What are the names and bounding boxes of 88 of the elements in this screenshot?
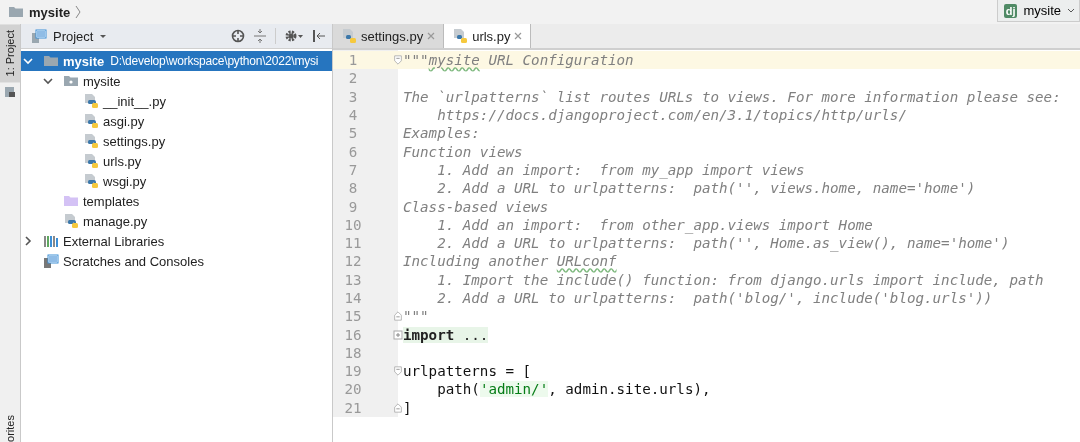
line-number: 1 bbox=[347, 52, 359, 69]
folder-icon bbox=[43, 53, 59, 69]
python-file-icon bbox=[452, 28, 469, 44]
code-line: import ... bbox=[403, 325, 489, 344]
line-number: 19 bbox=[343, 363, 363, 380]
tree-item[interactable]: urls.py bbox=[21, 151, 332, 171]
python-file-icon bbox=[63, 213, 79, 229]
tree-item[interactable]: wsgi.py bbox=[21, 171, 332, 191]
tree-item[interactable]: Scratches and Consoles bbox=[21, 251, 332, 271]
breadcrumb-item[interactable]: mysite bbox=[29, 4, 71, 20]
project-path: D:\develop\workspace\python\2022\mysi bbox=[110, 54, 319, 68]
project-tool-tab[interactable]: 1: Project bbox=[0, 24, 20, 83]
fold-marker-icon[interactable] bbox=[393, 311, 403, 322]
tree-item[interactable]: mysite bbox=[21, 71, 332, 91]
caret-icon bbox=[99, 32, 108, 40]
line-number: 18 bbox=[343, 344, 363, 361]
project-view-dropdown[interactable]: Project bbox=[31, 28, 108, 44]
line-number: 20 bbox=[343, 381, 363, 398]
code-line: The `urlpatterns` list routes URLs to views. For more information please see: bbox=[403, 87, 1061, 106]
hide-panel-icon[interactable] bbox=[312, 29, 326, 43]
code-line: 1. Add an import: from my_app import views bbox=[436, 160, 805, 179]
editor-tab[interactable]: settings.py bbox=[333, 24, 445, 48]
close-icon[interactable] bbox=[514, 32, 523, 40]
collapse-all-icon[interactable] bbox=[253, 29, 267, 43]
code-line: https://docs.djangoproject.com/en/3.1/topics/http/urls/ bbox=[436, 106, 907, 125]
line-number: 15 bbox=[343, 308, 363, 325]
fold-marker-icon[interactable] bbox=[393, 402, 403, 413]
fold-marker-icon[interactable] bbox=[393, 55, 403, 66]
code-line: """mysite URL Configuration bbox=[403, 51, 634, 70]
package-folder-icon bbox=[63, 73, 79, 89]
code-line: 1. Add an import: from other_app.views import Home bbox=[436, 215, 873, 234]
fold-marker-icon[interactable] bbox=[393, 366, 403, 377]
code-line: Class-based views bbox=[403, 197, 549, 216]
code-line: path('admin/', admin.site.urls), bbox=[436, 380, 711, 399]
code-line: """ bbox=[403, 307, 429, 326]
line-number: 21 bbox=[343, 399, 363, 416]
line-number: 4 bbox=[347, 107, 359, 124]
structure-icon bbox=[4, 86, 16, 99]
project-view-icon bbox=[31, 28, 47, 44]
code-line: 2. Add a URL to urlpatterns: path('', Home.as_view(), name='home') bbox=[436, 234, 1010, 253]
locate-icon[interactable] bbox=[231, 29, 245, 43]
tree-item[interactable]: __init__.py bbox=[21, 91, 332, 111]
line-number: 12 bbox=[343, 253, 363, 270]
python-file-icon bbox=[83, 113, 99, 129]
python-file-icon bbox=[83, 133, 99, 149]
tree-item[interactable]: mysite D:\develop\workspace\python\2022\mysi bbox=[21, 51, 332, 71]
folder-icon bbox=[8, 4, 24, 20]
line-number: 5 bbox=[347, 125, 359, 142]
code-line: Examples: bbox=[403, 124, 480, 143]
tree-item[interactable]: templates bbox=[21, 191, 332, 211]
line-number: 11 bbox=[343, 235, 363, 252]
code-line: urlpatterns = [ bbox=[403, 362, 532, 381]
line-number: 16 bbox=[343, 326, 363, 343]
library-icon bbox=[43, 233, 59, 249]
scratches-icon bbox=[43, 253, 59, 269]
close-icon[interactable] bbox=[427, 32, 436, 40]
tree-item[interactable]: manage.py bbox=[21, 211, 332, 231]
chevron-icon[interactable] bbox=[23, 236, 33, 246]
code-line: Including another URLconf bbox=[403, 252, 617, 271]
expand-fold-icon[interactable] bbox=[393, 329, 403, 340]
code-line: ] bbox=[403, 398, 412, 417]
python-file-icon bbox=[83, 173, 99, 189]
tree-item[interactable]: settings.py bbox=[21, 131, 332, 151]
settings-icon[interactable] bbox=[284, 29, 304, 43]
line-number: 6 bbox=[347, 143, 359, 160]
line-number: 8 bbox=[347, 180, 359, 197]
chevron-right-icon bbox=[75, 4, 82, 20]
caret-icon bbox=[1067, 6, 1075, 15]
line-number: 7 bbox=[347, 161, 359, 178]
code-line: 2. Add a URL to urlpatterns: path('', views.home, name='home') bbox=[436, 179, 976, 198]
python-file-icon bbox=[83, 153, 99, 169]
code-line: Function views bbox=[403, 142, 523, 161]
folder-icon bbox=[63, 193, 79, 209]
python-file-icon bbox=[341, 28, 357, 44]
favorites-tool-tab[interactable]: orites bbox=[0, 415, 20, 442]
tree-item[interactable]: External Libraries bbox=[21, 231, 332, 251]
python-file-icon bbox=[83, 93, 99, 109]
line-number: 9 bbox=[347, 198, 359, 215]
line-number: 13 bbox=[343, 271, 363, 288]
editor-tab[interactable]: urls.py bbox=[444, 24, 532, 48]
code-line: 2. Add a URL to urlpatterns: path('blog/', include('blog.urls')) bbox=[436, 289, 993, 307]
code-line: 1. Import the include() function: from django.urls import include, path bbox=[436, 270, 1044, 289]
tree-item[interactable]: asgi.py bbox=[21, 111, 332, 131]
line-number: 2 bbox=[347, 70, 359, 87]
line-number: 3 bbox=[347, 88, 359, 105]
run-configuration-button[interactable]: dj mysite bbox=[996, 0, 1080, 22]
line-number: 10 bbox=[343, 216, 363, 233]
line-number: 14 bbox=[343, 290, 363, 306]
